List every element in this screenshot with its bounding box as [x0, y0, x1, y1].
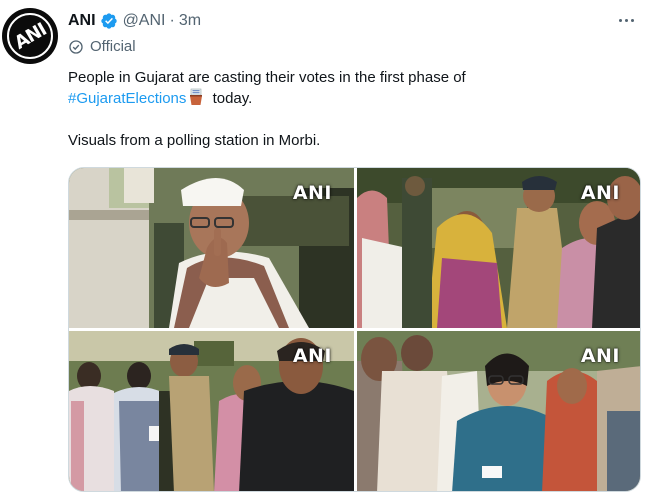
tweet-line-2: #GujaratElections today. — [68, 88, 628, 109]
verified-badge-icon — [100, 13, 117, 29]
official-text: Official — [90, 38, 136, 55]
watermark-2: ANI — [580, 182, 620, 204]
photo-voter-elderly-man[interactable]: ANI — [69, 168, 354, 328]
official-badge-icon — [69, 39, 83, 54]
official-label: Official — [68, 38, 136, 55]
ani-logo: ANI — [7, 13, 53, 59]
avatar[interactable]: ANI — [2, 8, 58, 64]
media-grid[interactable]: ANI ANI ANI ANI — [68, 167, 641, 492]
watermark-4: ANI — [580, 345, 620, 367]
tweet-line-3: Visuals from a polling station in Morbi. — [68, 132, 321, 149]
photo-woman-showing-ink[interactable]: ANI — [357, 331, 640, 491]
watermark-3: ANI — [292, 345, 332, 367]
separator-dot: · — [169, 12, 175, 29]
tweet-text: People in Gujarat are casting their vote… — [68, 67, 628, 151]
tweet-line-1: People in Gujarat are casting their vote… — [68, 69, 466, 86]
author-handle[interactable]: @ANI — [123, 12, 166, 30]
tweet-time[interactable]: 3m — [179, 12, 201, 30]
ballot-box-emoji — [190, 88, 203, 105]
photo-women-voters[interactable]: ANI — [69, 331, 354, 491]
author-name[interactable]: ANI — [68, 12, 96, 30]
tweet-line-2-after: today. — [208, 90, 253, 107]
photo-polling-queue[interactable]: ANI — [357, 168, 640, 328]
more-options-icon[interactable] — [614, 10, 638, 30]
hashtag-link[interactable]: #GujaratElections — [68, 90, 186, 107]
watermark-1: ANI — [292, 182, 332, 204]
tweet-header: ANI @ANI · 3m — [68, 10, 201, 32]
